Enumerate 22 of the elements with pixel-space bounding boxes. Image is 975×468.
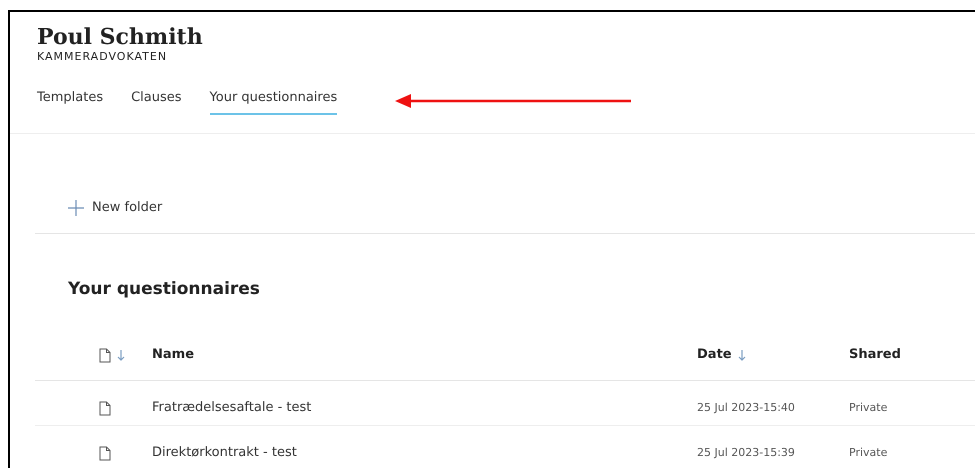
logo-subtitle: KAMMERADVOKATEN bbox=[37, 50, 168, 64]
nav-tab[interactable]: Clauses bbox=[131, 88, 182, 114]
nav-tab[interactable]: Templates bbox=[37, 88, 104, 114]
nav-tab[interactable]: Your questionnaires bbox=[210, 88, 338, 114]
table-cell[interactable]: Direktørkontrakt - test bbox=[152, 443, 697, 463]
sort-arrow-icon[interactable] bbox=[117, 348, 125, 362]
section-title: Your questionnaires bbox=[67, 278, 261, 300]
table-cell-text: Private bbox=[849, 400, 888, 416]
table-cell-text: 25 Jul 2023-15:39 bbox=[697, 444, 796, 461]
file-icon bbox=[99, 348, 111, 362]
file-icon bbox=[99, 400, 111, 416]
plus-icon bbox=[68, 200, 84, 216]
sort-arrow-icon[interactable] bbox=[738, 348, 746, 362]
table-cell[interactable]: Fratrædelsesaftale - test bbox=[152, 398, 697, 418]
new-folder-button[interactable]: New folder bbox=[68, 198, 162, 218]
column-header[interactable]: Date bbox=[697, 345, 732, 365]
column-header[interactable]: Shared bbox=[849, 345, 901, 365]
table-cell-text: Private bbox=[849, 444, 888, 461]
file-icon bbox=[99, 446, 111, 460]
logo-name: Poul Schmith bbox=[37, 24, 204, 50]
column-header[interactable]: Name bbox=[152, 345, 194, 365]
table-cell-text: 25 Jul 2023-15:40 bbox=[697, 400, 796, 416]
